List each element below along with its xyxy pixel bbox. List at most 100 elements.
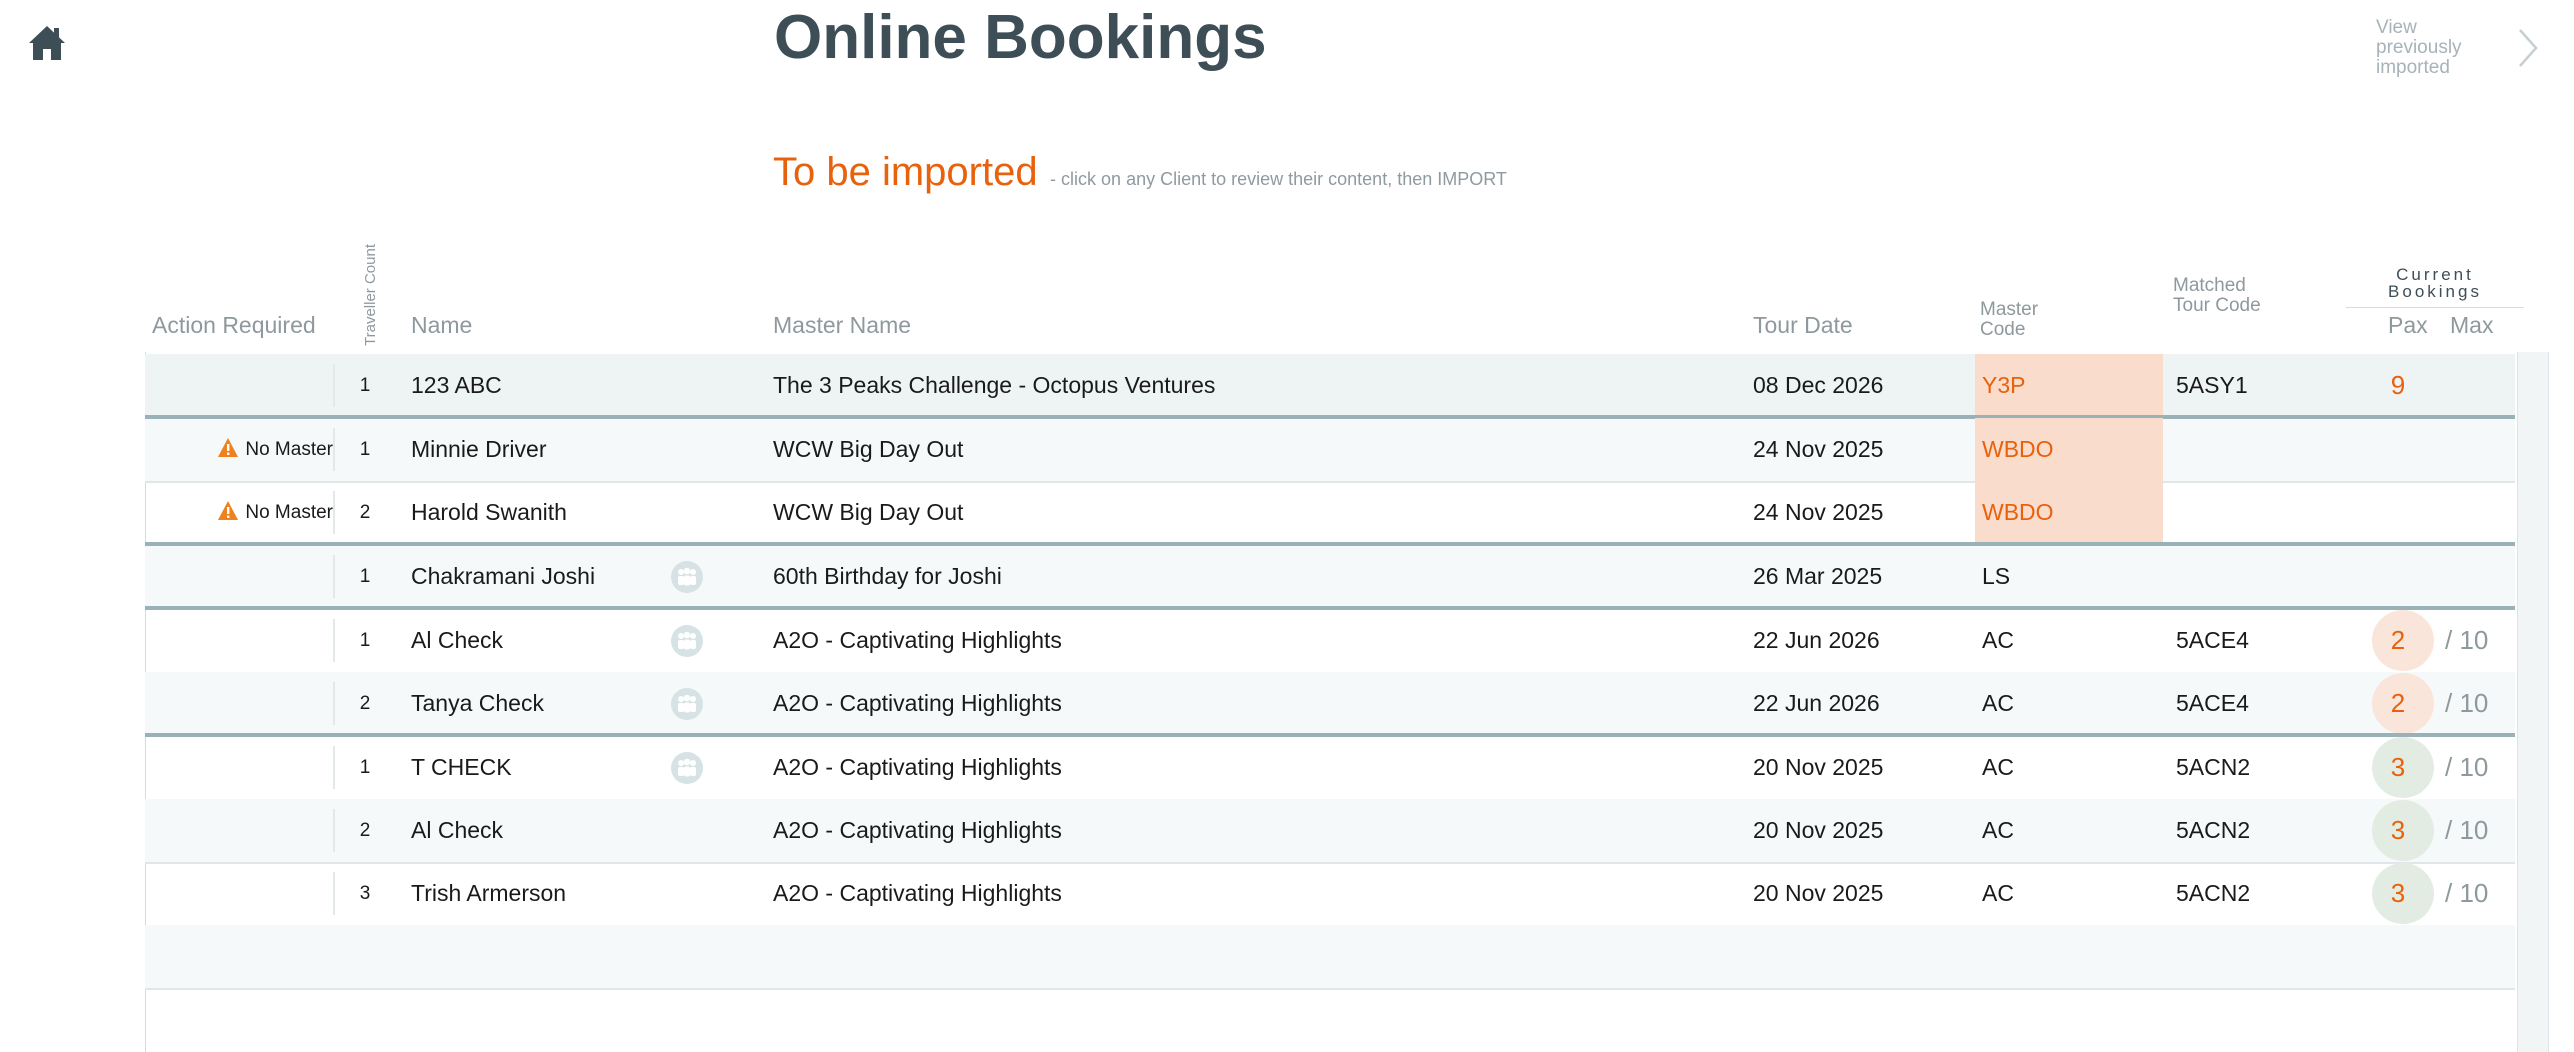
traveller-count: 1 [359,375,371,396]
column-divider [333,682,335,725]
table-row[interactable]: 1 Chakramani Joshi 60th Birthday for Joshi… [145,542,2515,610]
col-current-bookings: Current Bookings [2388,265,2482,301]
master-code: WBDO [1975,418,2163,481]
master-code: WBDO [1975,481,2163,544]
master-code: AC [1975,799,2163,862]
action-required [145,799,333,862]
master-code-value: Y3P [1982,372,2026,398]
client-name[interactable]: 123 ABC [411,354,502,417]
tour-date: 08 Dec 2026 [1753,372,1884,398]
master-name: WCW Big Day Out [773,436,964,462]
action-label: No Master [245,439,333,460]
client-name[interactable]: Chakramani Joshi [411,545,595,608]
home-icon[interactable] [26,22,68,64]
master-code-value: WBDO [1982,436,2054,462]
col-traveller-count[interactable]: Traveller Count [362,244,379,346]
col-pax[interactable]: Pax [2388,312,2428,339]
action-required: No Master [145,481,333,544]
max-count: / 10 [2445,688,2489,718]
client-name[interactable]: T CHECK [411,736,512,799]
tour-date: 22 Jun 2026 [1753,690,1880,716]
tour-date: 20 Nov 2025 [1753,817,1884,843]
master-code: LS [1975,545,2163,608]
master-name: A2O - Captivating Highlights [773,754,1062,780]
column-divider [333,491,335,534]
group-icon[interactable] [671,625,703,657]
client-name[interactable]: Al Check [411,799,503,862]
tour-date: 24 Nov 2025 [1753,436,1884,462]
warning-icon [218,437,239,457]
tour-date: 22 Jun 2026 [1753,627,1880,653]
pax-count: 2 [2390,625,2406,655]
master-code-value: WBDO [1982,499,2054,525]
column-divider [333,364,335,407]
client-name[interactable]: Harold Swanith [411,481,567,544]
action-required [145,736,333,799]
max-count: / 10 [2445,752,2489,782]
pax-count: 2 [2390,688,2406,718]
master-code-value: AC [1982,627,2014,653]
action-required [145,354,333,417]
master-code: Y3P [1975,354,2163,417]
pax-count: 3 [2390,752,2406,782]
traveller-count: 3 [359,883,371,904]
traveller-count: 1 [359,566,371,587]
traveller-count: 2 [359,502,371,523]
client-name[interactable]: Trish Armerson [411,862,566,925]
matched-tour-code: 5ASY1 [2176,372,2248,398]
empty-row [145,925,2515,990]
col-max[interactable]: Max [2450,312,2493,339]
col-tour-date[interactable]: Tour Date [1753,312,1853,339]
column-divider [333,619,335,662]
table-row[interactable]: 1 Al Check A2O - Captivating Highlights 22 … [145,606,2515,674]
client-name[interactable]: Al Check [411,609,503,672]
client-name[interactable]: Minnie Driver [411,418,546,481]
matched-tour-code: 5ACE4 [2176,627,2249,653]
group-icon[interactable] [671,561,703,593]
warning-icon [218,500,239,520]
action-required [145,672,333,735]
matched-tour-code: 5ACE4 [2176,690,2249,716]
traveller-count: 1 [359,757,371,778]
master-name: A2O - Captivating Highlights [773,627,1062,653]
traveller-count: 2 [359,693,371,714]
master-name: 60th Birthday for Joshi [773,563,1002,589]
client-name[interactable]: Tanya Check [411,672,544,735]
col-matched-tour-code[interactable]: Matched Tour Code [2173,276,2263,316]
col-action-required[interactable]: Action Required [152,312,316,339]
table-row[interactable]: 1 T CHECK A2O - Captivating Highlights 20 N… [145,733,2515,801]
table-row[interactable]: 2 Tanya Check A2O - Captivating Highlights… [145,672,2515,737]
pax-count: 9 [2390,370,2406,400]
view-previous-link[interactable]: View previously imported [2376,18,2486,78]
master-code-value: LS [1982,563,2011,589]
col-master-code[interactable]: Master Code [1980,300,2060,340]
group-icon[interactable] [671,752,703,784]
table-scrollbar[interactable] [2517,352,2549,1052]
tour-date: 20 Nov 2025 [1753,880,1884,906]
tour-date: 24 Nov 2025 [1753,499,1884,525]
master-code-value: AC [1982,880,2014,906]
action-required: No Master [145,418,333,481]
page-title: Online Bookings [774,3,1267,72]
master-code-value: AC [1982,690,2014,716]
pax-count [2365,418,2431,481]
traveller-count: 1 [359,630,371,651]
pax-count [2365,545,2431,608]
master-code: AC [1975,609,2163,672]
table-row[interactable]: 2 Al Check A2O - Captivating Highlights 20 … [145,799,2515,864]
table-row[interactable]: No Master 2 Harold Swanith WCW Big Day Out 2… [145,481,2515,546]
col-master-name[interactable]: Master Name [773,312,911,339]
table-row[interactable]: No Master 1 Minnie Driver WCW Big Day Out 24… [145,415,2515,483]
master-code: AC [1975,736,2163,799]
table-row[interactable]: 3 Trish Armerson A2O - Captivating Highlig… [145,862,2515,927]
master-code-value: AC [1982,754,2014,780]
master-name: A2O - Captivating Highlights [773,880,1062,906]
traveller-count: 1 [359,439,371,460]
max-count: / 10 [2445,878,2489,908]
table-row[interactable]: 1 123 ABC The 3 Peaks Challenge - Octopus … [145,354,2515,419]
matched-tour-code: 5ACN2 [2176,880,2251,906]
col-name[interactable]: Name [411,312,472,339]
tour-date: 20 Nov 2025 [1753,754,1884,780]
chevron-right-icon[interactable] [2516,26,2540,70]
group-icon[interactable] [671,688,703,720]
